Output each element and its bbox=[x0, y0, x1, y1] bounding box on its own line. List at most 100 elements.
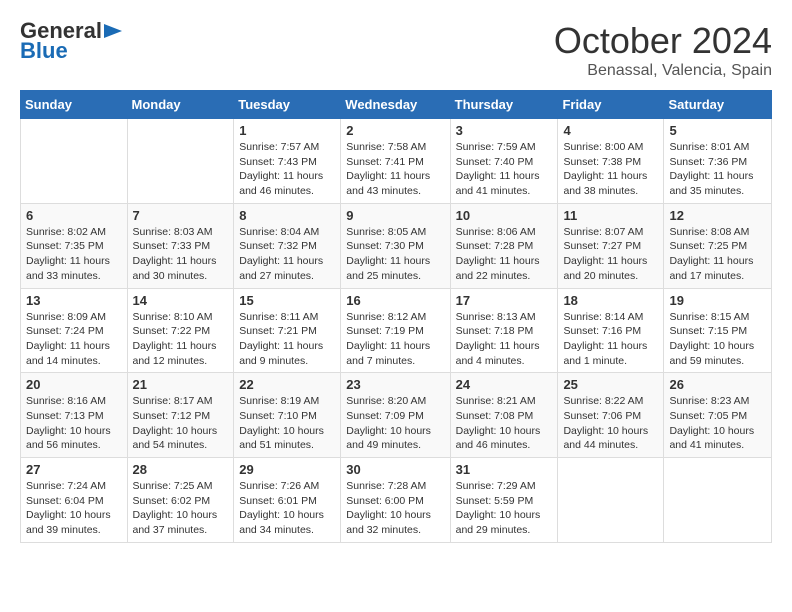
calendar-header-row: SundayMondayTuesdayWednesdayThursdayFrid… bbox=[21, 91, 772, 119]
cell-content: Sunrise: 8:07 AM Sunset: 7:27 PM Dayligh… bbox=[563, 225, 658, 284]
page-header: General Blue October 2024 Benassal, Vale… bbox=[20, 20, 772, 80]
calendar-week-row: 1 Sunrise: 7:57 AM Sunset: 7:43 PM Daylig… bbox=[21, 119, 772, 204]
calendar-cell: 28 Sunrise: 7:25 AM Sunset: 6:02 PM Dayli… bbox=[127, 458, 234, 543]
day-number: 23 bbox=[346, 377, 444, 392]
day-header-wednesday: Wednesday bbox=[341, 91, 450, 119]
cell-content: Sunrise: 8:16 AM Sunset: 7:13 PM Dayligh… bbox=[26, 394, 122, 453]
day-number: 12 bbox=[669, 208, 766, 223]
calendar-cell bbox=[558, 458, 664, 543]
calendar-cell: 24 Sunrise: 8:21 AM Sunset: 7:08 PM Dayli… bbox=[450, 373, 558, 458]
calendar-cell: 1 Sunrise: 7:57 AM Sunset: 7:43 PM Daylig… bbox=[234, 119, 341, 204]
location: Benassal, Valencia, Spain bbox=[554, 62, 772, 80]
day-number: 13 bbox=[26, 293, 122, 308]
cell-content: Sunrise: 7:26 AM Sunset: 6:01 PM Dayligh… bbox=[239, 479, 335, 538]
day-number: 31 bbox=[456, 462, 553, 477]
day-number: 28 bbox=[133, 462, 229, 477]
day-number: 25 bbox=[563, 377, 658, 392]
day-number: 20 bbox=[26, 377, 122, 392]
calendar-cell: 29 Sunrise: 7:26 AM Sunset: 6:01 PM Dayli… bbox=[234, 458, 341, 543]
day-header-saturday: Saturday bbox=[664, 91, 772, 119]
calendar-cell: 25 Sunrise: 8:22 AM Sunset: 7:06 PM Dayli… bbox=[558, 373, 664, 458]
calendar-cell: 11 Sunrise: 8:07 AM Sunset: 7:27 PM Dayli… bbox=[558, 203, 664, 288]
calendar-cell: 18 Sunrise: 8:14 AM Sunset: 7:16 PM Dayli… bbox=[558, 288, 664, 373]
cell-content: Sunrise: 7:29 AM Sunset: 5:59 PM Dayligh… bbox=[456, 479, 553, 538]
calendar-cell: 23 Sunrise: 8:20 AM Sunset: 7:09 PM Dayli… bbox=[341, 373, 450, 458]
calendar-cell: 15 Sunrise: 8:11 AM Sunset: 7:21 PM Dayli… bbox=[234, 288, 341, 373]
day-header-friday: Friday bbox=[558, 91, 664, 119]
day-number: 7 bbox=[133, 208, 229, 223]
cell-content: Sunrise: 8:14 AM Sunset: 7:16 PM Dayligh… bbox=[563, 310, 658, 369]
day-number: 8 bbox=[239, 208, 335, 223]
day-number: 16 bbox=[346, 293, 444, 308]
calendar-cell: 26 Sunrise: 8:23 AM Sunset: 7:05 PM Dayli… bbox=[664, 373, 772, 458]
calendar-cell: 17 Sunrise: 8:13 AM Sunset: 7:18 PM Dayli… bbox=[450, 288, 558, 373]
day-number: 30 bbox=[346, 462, 444, 477]
day-number: 5 bbox=[669, 123, 766, 138]
day-number: 27 bbox=[26, 462, 122, 477]
cell-content: Sunrise: 8:11 AM Sunset: 7:21 PM Dayligh… bbox=[239, 310, 335, 369]
day-header-sunday: Sunday bbox=[21, 91, 128, 119]
calendar-cell: 31 Sunrise: 7:29 AM Sunset: 5:59 PM Dayli… bbox=[450, 458, 558, 543]
day-header-monday: Monday bbox=[127, 91, 234, 119]
cell-content: Sunrise: 8:01 AM Sunset: 7:36 PM Dayligh… bbox=[669, 140, 766, 199]
day-number: 21 bbox=[133, 377, 229, 392]
cell-content: Sunrise: 8:19 AM Sunset: 7:10 PM Dayligh… bbox=[239, 394, 335, 453]
calendar-cell bbox=[664, 458, 772, 543]
cell-content: Sunrise: 8:22 AM Sunset: 7:06 PM Dayligh… bbox=[563, 394, 658, 453]
cell-content: Sunrise: 8:03 AM Sunset: 7:33 PM Dayligh… bbox=[133, 225, 229, 284]
logo-arrow-icon bbox=[104, 24, 122, 38]
calendar-cell: 14Sunrise: 8:10 AM Sunset: 7:22 PM Dayli… bbox=[127, 288, 234, 373]
calendar-cell: 22 Sunrise: 8:19 AM Sunset: 7:10 PM Dayli… bbox=[234, 373, 341, 458]
day-number: 29 bbox=[239, 462, 335, 477]
cell-content: Sunrise: 8:13 AM Sunset: 7:18 PM Dayligh… bbox=[456, 310, 553, 369]
day-number: 11 bbox=[563, 208, 658, 223]
logo: General Blue bbox=[20, 20, 122, 62]
day-number: 9 bbox=[346, 208, 444, 223]
cell-content: Sunrise: 7:24 AM Sunset: 6:04 PM Dayligh… bbox=[26, 479, 122, 538]
calendar-cell: 7 Sunrise: 8:03 AM Sunset: 7:33 PM Daylig… bbox=[127, 203, 234, 288]
cell-content: Sunrise: 8:15 AM Sunset: 7:15 PM Dayligh… bbox=[669, 310, 766, 369]
calendar-cell bbox=[127, 119, 234, 204]
month-title: October 2024 bbox=[554, 20, 772, 62]
calendar-cell: 9Sunrise: 8:05 AM Sunset: 7:30 PM Daylig… bbox=[341, 203, 450, 288]
day-number: 17 bbox=[456, 293, 553, 308]
calendar-cell: 16 Sunrise: 8:12 AM Sunset: 7:19 PM Dayli… bbox=[341, 288, 450, 373]
cell-content: Sunrise: 7:28 AM Sunset: 6:00 PM Dayligh… bbox=[346, 479, 444, 538]
cell-content: Sunrise: 8:00 AM Sunset: 7:38 PM Dayligh… bbox=[563, 140, 658, 199]
day-number: 10 bbox=[456, 208, 553, 223]
cell-content: Sunrise: 8:09 AM Sunset: 7:24 PM Dayligh… bbox=[26, 310, 122, 369]
title-block: October 2024 Benassal, Valencia, Spain bbox=[554, 20, 772, 80]
calendar-cell bbox=[21, 119, 128, 204]
calendar-week-row: 6Sunrise: 8:02 AM Sunset: 7:35 PM Daylig… bbox=[21, 203, 772, 288]
calendar-cell: 27 Sunrise: 7:24 AM Sunset: 6:04 PM Dayli… bbox=[21, 458, 128, 543]
calendar-table: SundayMondayTuesdayWednesdayThursdayFrid… bbox=[20, 90, 772, 543]
calendar-cell: 4Sunrise: 8:00 AM Sunset: 7:38 PM Daylig… bbox=[558, 119, 664, 204]
calendar-week-row: 13 Sunrise: 8:09 AM Sunset: 7:24 PM Dayli… bbox=[21, 288, 772, 373]
calendar-cell: 5 Sunrise: 8:01 AM Sunset: 7:36 PM Daylig… bbox=[664, 119, 772, 204]
day-header-tuesday: Tuesday bbox=[234, 91, 341, 119]
calendar-cell: 19Sunrise: 8:15 AM Sunset: 7:15 PM Dayli… bbox=[664, 288, 772, 373]
calendar-cell: 12Sunrise: 8:08 AM Sunset: 7:25 PM Dayli… bbox=[664, 203, 772, 288]
day-number: 26 bbox=[669, 377, 766, 392]
day-number: 24 bbox=[456, 377, 553, 392]
day-number: 22 bbox=[239, 377, 335, 392]
cell-content: Sunrise: 8:23 AM Sunset: 7:05 PM Dayligh… bbox=[669, 394, 766, 453]
logo-blue: Blue bbox=[20, 40, 68, 62]
day-number: 18 bbox=[563, 293, 658, 308]
day-number: 6 bbox=[26, 208, 122, 223]
calendar-cell: 3Sunrise: 7:59 AM Sunset: 7:40 PM Daylig… bbox=[450, 119, 558, 204]
day-number: 2 bbox=[346, 123, 444, 138]
cell-content: Sunrise: 7:57 AM Sunset: 7:43 PM Dayligh… bbox=[239, 140, 335, 199]
cell-content: Sunrise: 8:20 AM Sunset: 7:09 PM Dayligh… bbox=[346, 394, 444, 453]
cell-content: Sunrise: 8:10 AM Sunset: 7:22 PM Dayligh… bbox=[133, 310, 229, 369]
cell-content: Sunrise: 8:06 AM Sunset: 7:28 PM Dayligh… bbox=[456, 225, 553, 284]
day-number: 1 bbox=[239, 123, 335, 138]
calendar-cell: 2Sunrise: 7:58 AM Sunset: 7:41 PM Daylig… bbox=[341, 119, 450, 204]
day-header-thursday: Thursday bbox=[450, 91, 558, 119]
day-number: 15 bbox=[239, 293, 335, 308]
cell-content: Sunrise: 8:12 AM Sunset: 7:19 PM Dayligh… bbox=[346, 310, 444, 369]
day-number: 3 bbox=[456, 123, 553, 138]
cell-content: Sunrise: 7:25 AM Sunset: 6:02 PM Dayligh… bbox=[133, 479, 229, 538]
cell-content: Sunrise: 8:21 AM Sunset: 7:08 PM Dayligh… bbox=[456, 394, 553, 453]
calendar-cell: 21Sunrise: 8:17 AM Sunset: 7:12 PM Dayli… bbox=[127, 373, 234, 458]
